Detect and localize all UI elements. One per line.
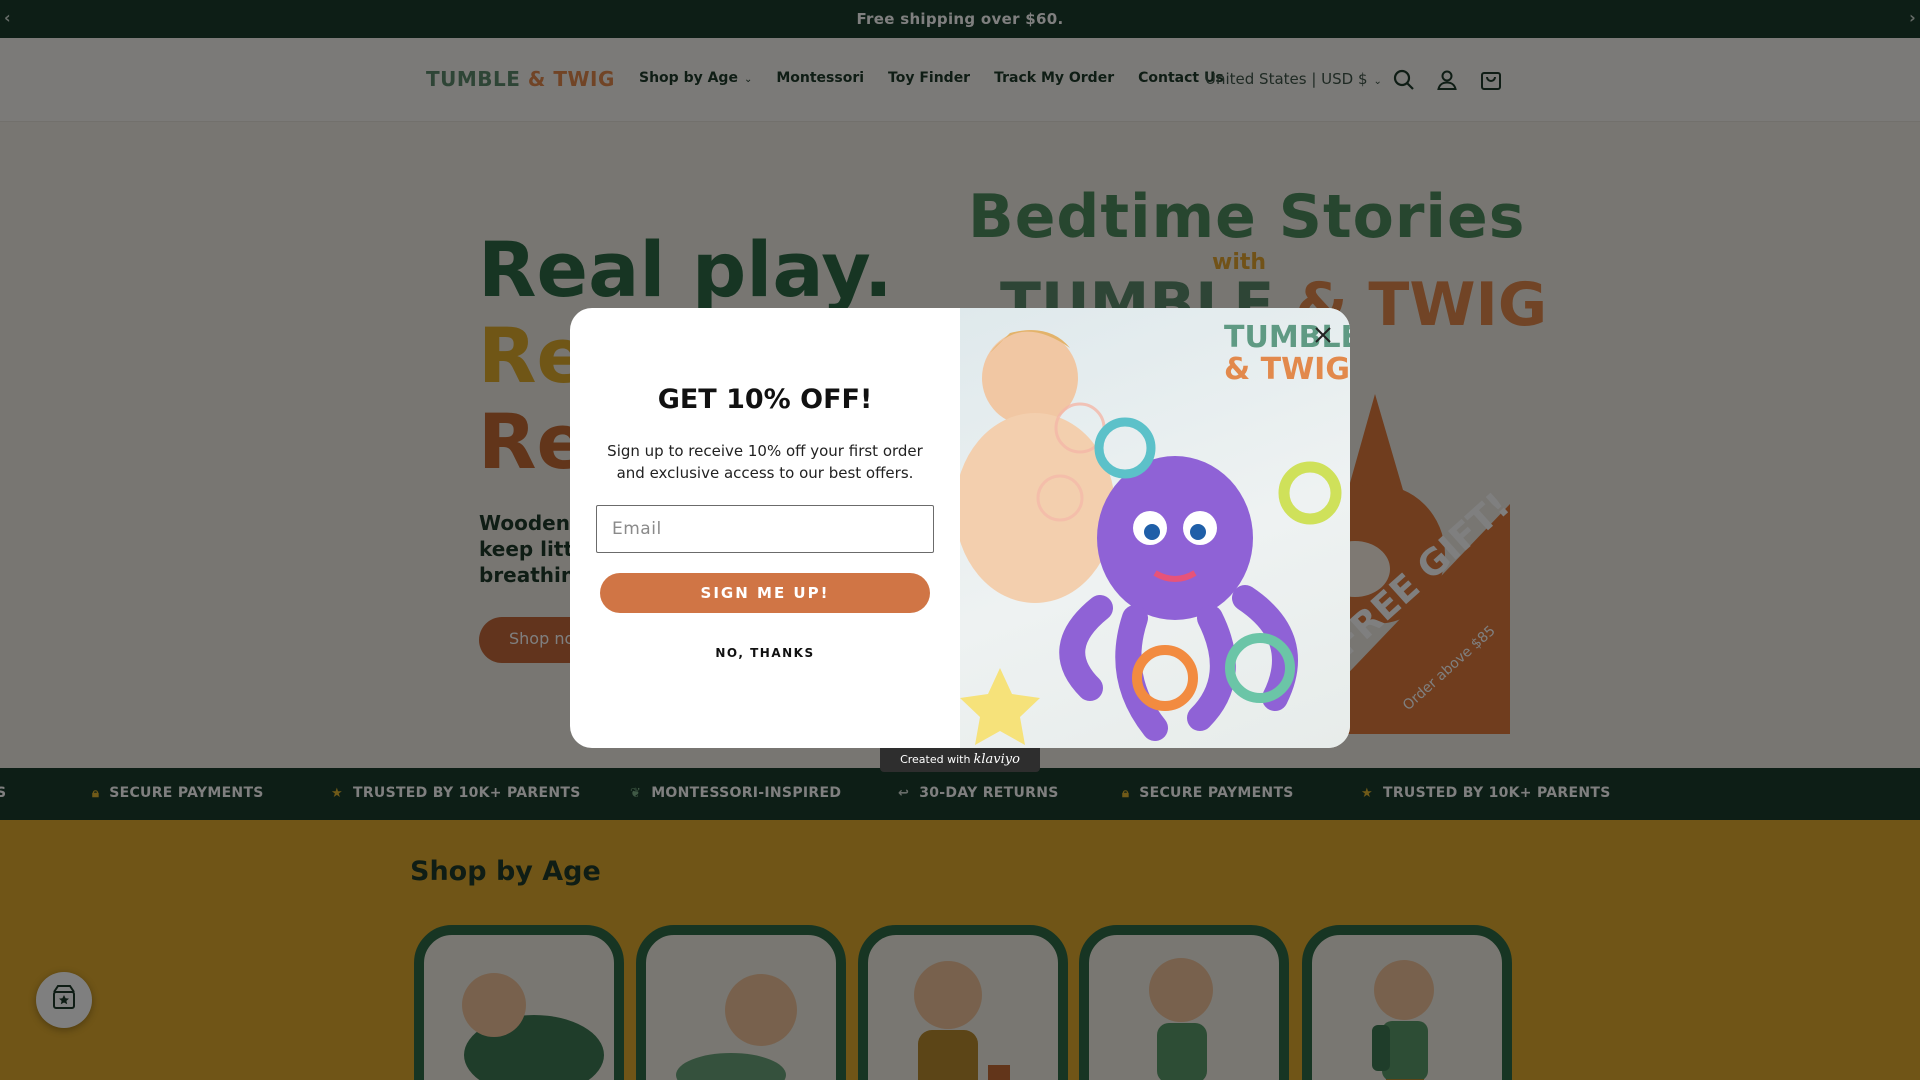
modal-image: TUMBLE & TWIG [960, 308, 1350, 748]
klaviyo-logo: klaviyo [973, 752, 1020, 767]
modal-logo-ampersand: & [1224, 352, 1251, 387]
klaviyo-badge-text: Created with [900, 753, 971, 766]
sign-me-up-button[interactable]: SIGN ME UP! [600, 573, 930, 613]
modal-description: Sign up to receive 10% off your first or… [607, 442, 923, 482]
signup-form: GET 10% OFF! Sign up to receive 10% off … [570, 308, 960, 748]
close-icon[interactable] [1310, 322, 1336, 348]
modal-logo-word-2: TWIG [1260, 352, 1350, 387]
klaviyo-badge[interactable]: Created with klaviyo [880, 748, 1040, 772]
email-field[interactable] [596, 505, 934, 553]
signup-modal: GET 10% OFF! Sign up to receive 10% off … [570, 308, 1350, 748]
modal-title: GET 10% OFF! [657, 384, 873, 415]
no-thanks-link[interactable]: NO, THANKS [570, 646, 960, 660]
